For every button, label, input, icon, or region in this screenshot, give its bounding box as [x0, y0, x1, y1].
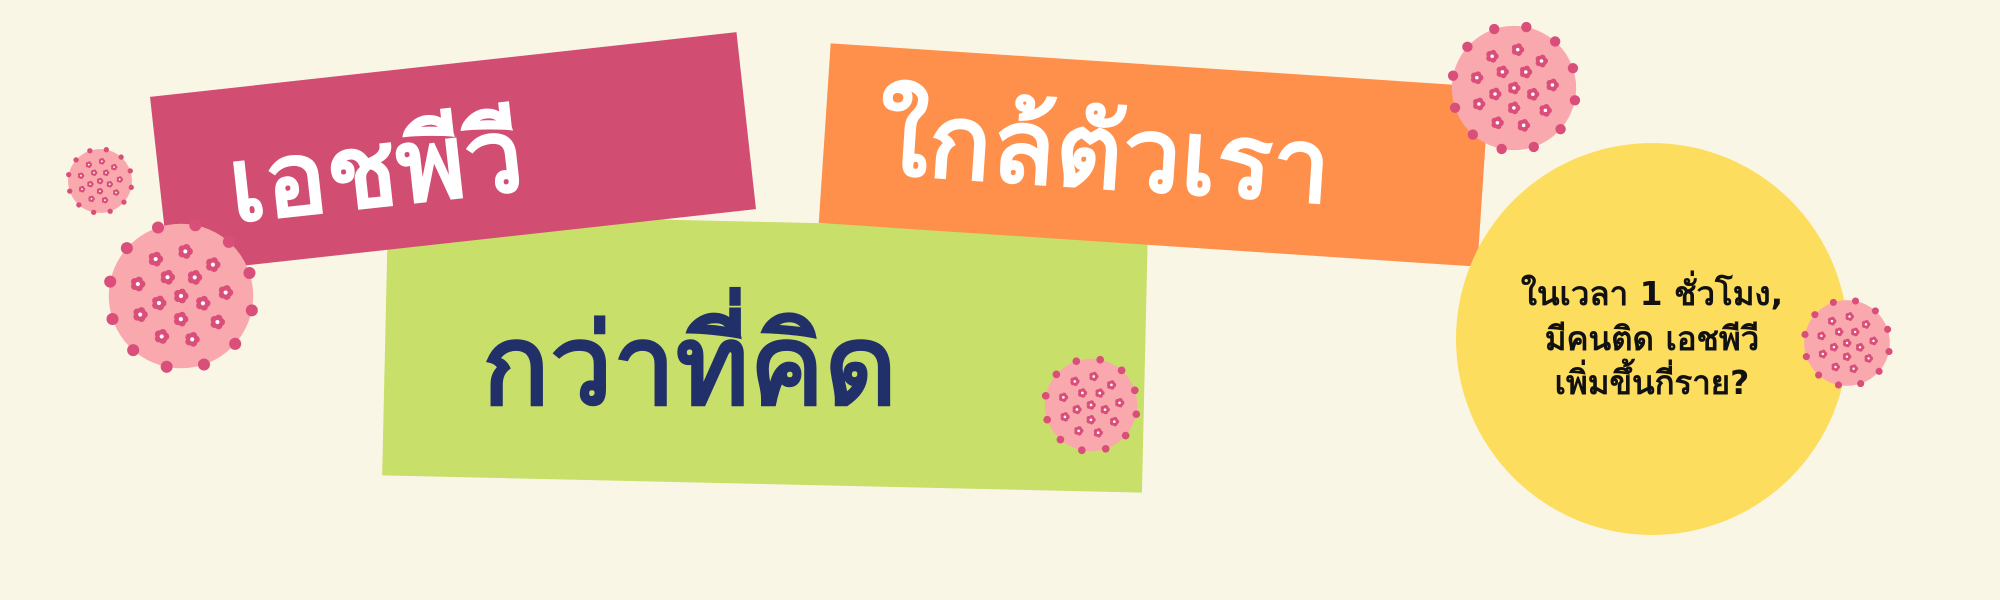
headline-close-to-us: ใกล้ตัวเรา: [874, 76, 1335, 228]
virus-icon: [104, 219, 258, 373]
virus-icon: [1447, 21, 1581, 155]
question-bubble: ในเวลา 1 ชั่วโมง, มีคนติด เอชพีวี เพิ่มข…: [1456, 143, 1848, 535]
virus-icon: [66, 147, 134, 215]
question-text: ในเวลา 1 ชั่วโมง, มีคนติด เอชพีวี เพิ่มข…: [1521, 272, 1783, 406]
headline-than-you-think: กว่าที่คิด: [482, 301, 898, 431]
headline-hpv: เอชพีวี: [222, 93, 530, 247]
question-line-2: มีคนติด เอชพีวี: [1544, 318, 1760, 358]
question-line-3: เพิ่มขึ้นกี่ราย?: [1554, 363, 1750, 403]
virus-icon: [1801, 297, 1893, 389]
question-line-1: ในเวลา 1 ชั่วโมง,: [1520, 274, 1784, 314]
virus-icon: [1041, 355, 1141, 455]
